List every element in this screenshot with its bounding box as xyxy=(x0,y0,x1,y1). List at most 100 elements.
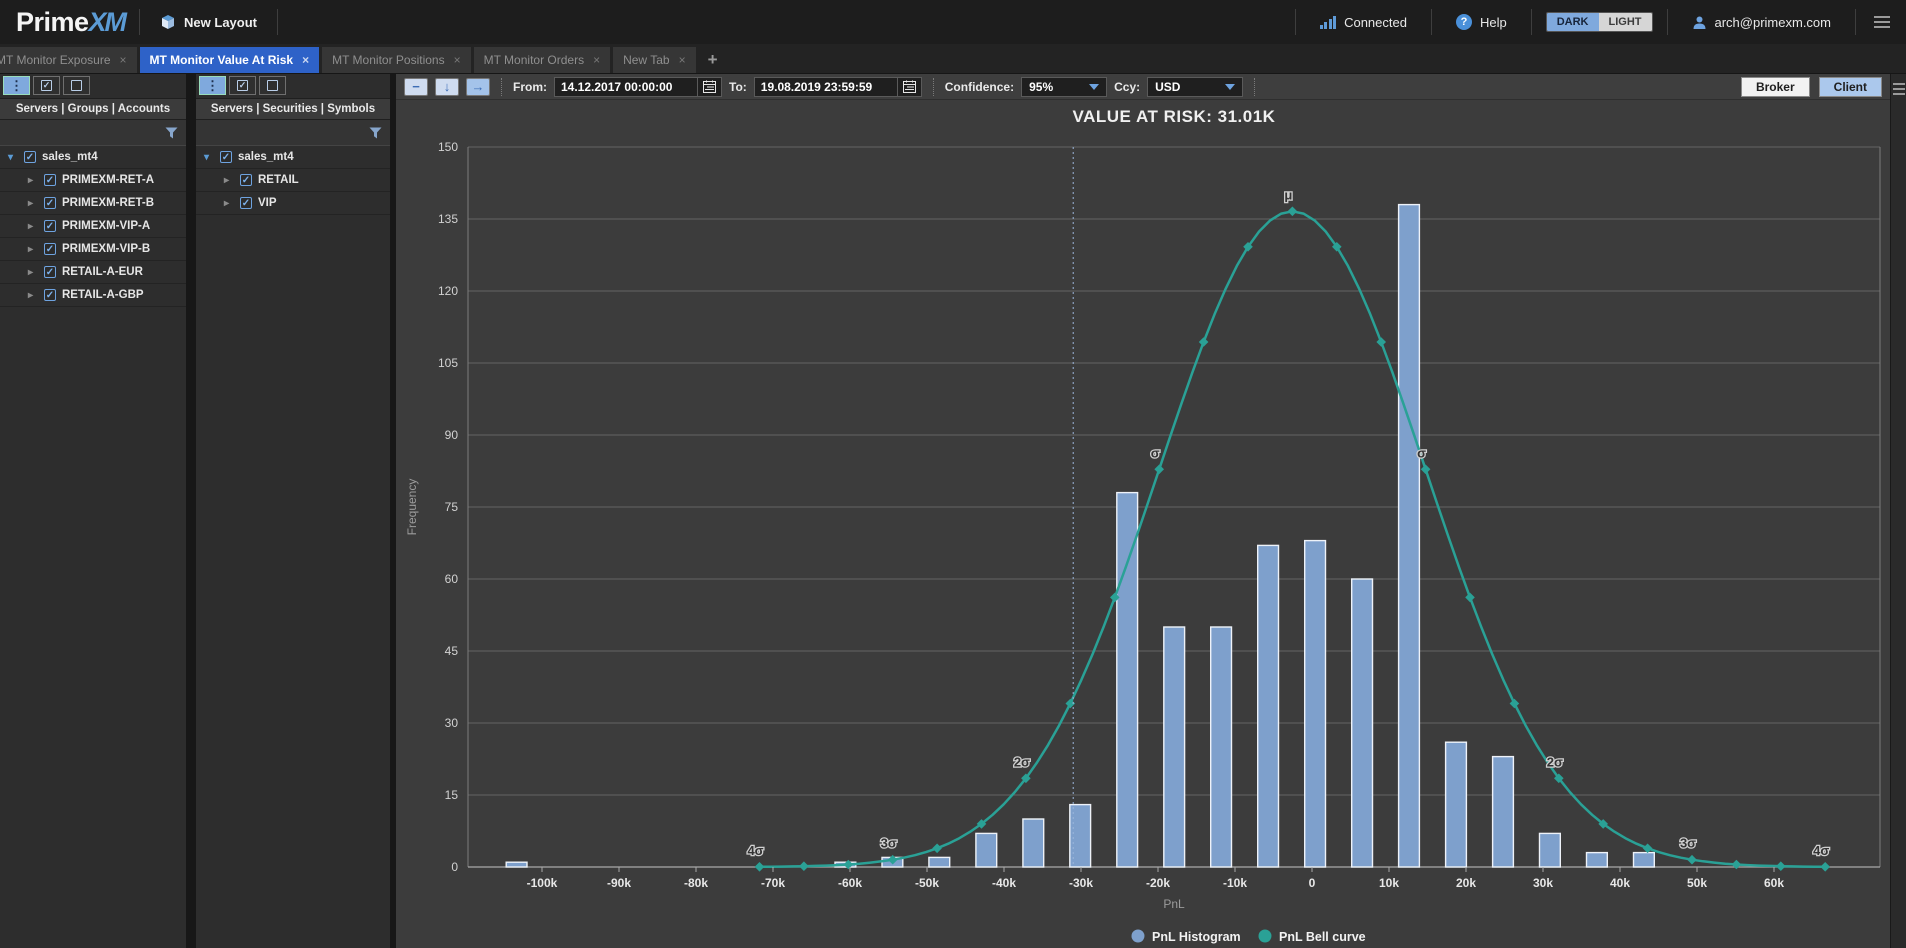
collapse-arrow-icon[interactable]: ▸ xyxy=(224,198,234,209)
select-all-button[interactable]: ✓ xyxy=(33,76,60,95)
help-button[interactable]: ? Help xyxy=(1446,14,1517,30)
move-down-button[interactable]: ↓ xyxy=(435,78,459,96)
svg-text:50k: 50k xyxy=(1687,876,1707,890)
node-checkbox[interactable]: ✓ xyxy=(44,220,56,232)
collapse-arrow-icon[interactable]: ▸ xyxy=(28,267,38,278)
tree-node-retail[interactable]: ▸ ✓ RETAIL xyxy=(196,169,390,192)
collapse-arrow-icon[interactable]: ▸ xyxy=(28,221,38,232)
symbols-filter-row[interactable] xyxy=(196,120,390,146)
svg-text:-30k: -30k xyxy=(1069,876,1093,890)
tab-mt-monitor-orders[interactable]: MT Monitor Orders × xyxy=(474,47,610,73)
new-layout-button[interactable]: New Layout xyxy=(154,10,263,34)
tree-node-primexm-ret-a[interactable]: ▸ ✓ PRIMEXM-RET-A xyxy=(0,169,186,192)
node-label: sales_mt4 xyxy=(238,151,294,163)
checked-box-icon: ✓ xyxy=(237,80,248,91)
svg-text:μ: μ xyxy=(1284,187,1292,202)
node-checkbox[interactable]: ✓ xyxy=(44,266,56,278)
tree-node-vip[interactable]: ▸ ✓ VIP xyxy=(196,192,390,215)
svg-text:15: 15 xyxy=(445,788,459,802)
node-checkbox[interactable]: ✓ xyxy=(44,197,56,209)
tree-menu-button[interactable]: ⋮ xyxy=(199,76,226,95)
divider xyxy=(1431,9,1432,35)
tab-label: MT Monitor Orders xyxy=(484,53,584,67)
currency-select[interactable]: USD xyxy=(1147,77,1243,97)
tree-node-retail-a-eur[interactable]: ▸ ✓ RETAIL-A-EUR xyxy=(0,261,186,284)
from-date-input[interactable] xyxy=(555,78,697,96)
tree-node-primexm-ret-b[interactable]: ▸ ✓ PRIMEXM-RET-B xyxy=(0,192,186,215)
empty-box-icon xyxy=(71,80,82,91)
collapse-arrow-icon[interactable]: ▸ xyxy=(28,198,38,209)
currency-value: USD xyxy=(1155,80,1180,94)
accounts-filter-row[interactable] xyxy=(0,120,186,146)
chart-toolbar: − ↓ → From: To: xyxy=(396,74,1890,100)
node-label: RETAIL-A-GBP xyxy=(62,289,144,301)
collapse-arrow-icon[interactable]: ▸ xyxy=(28,175,38,186)
collapse-arrow-icon[interactable]: ▸ xyxy=(28,244,38,255)
node-checkbox[interactable]: ✓ xyxy=(44,289,56,301)
svg-text:PnL Histogram: PnL Histogram xyxy=(1152,930,1241,944)
tab-mt-monitor-value-at-risk[interactable]: MT Monitor Value At Risk × xyxy=(140,47,320,73)
node-checkbox[interactable]: ✓ xyxy=(44,243,56,255)
to-date-input[interactable] xyxy=(755,78,897,96)
svg-text:90: 90 xyxy=(445,428,459,442)
expand-arrow-icon[interactable]: ▾ xyxy=(8,152,18,163)
close-tab-icon[interactable]: × xyxy=(302,53,309,67)
header-menu-icon[interactable] xyxy=(1870,12,1894,32)
node-checkbox[interactable]: ✓ xyxy=(240,174,252,186)
symbols-tree: ▾ ✓ sales_mt4 ▸ ✓ RETAIL ▸ ✓ VIP xyxy=(196,146,390,948)
close-tab-icon[interactable]: × xyxy=(120,53,127,67)
svg-text:10k: 10k xyxy=(1379,876,1399,890)
close-tab-icon[interactable]: × xyxy=(454,53,461,67)
broker-view-button[interactable]: Broker xyxy=(1741,77,1810,97)
add-tab-button[interactable]: + xyxy=(699,50,727,73)
svg-text:0: 0 xyxy=(451,860,458,874)
theme-toggle[interactable]: DARK LIGHT xyxy=(1546,12,1653,32)
from-label: From: xyxy=(513,80,547,94)
tree-node-primexm-vip-a[interactable]: ▸ ✓ PRIMEXM-VIP-A xyxy=(0,215,186,238)
svg-text:3σ: 3σ xyxy=(1680,836,1696,851)
svg-text:0: 0 xyxy=(1309,876,1316,890)
close-tab-icon[interactable]: × xyxy=(593,53,600,67)
signal-bars-icon xyxy=(1320,15,1337,29)
divider xyxy=(1531,9,1532,35)
tab-mt-monitor-positions[interactable]: MT Monitor Positions × xyxy=(322,47,471,73)
logo-xm: XM xyxy=(89,7,126,37)
collapse-button[interactable]: − xyxy=(404,78,428,96)
checked-box-icon: ✓ xyxy=(41,80,52,91)
node-checkbox[interactable]: ✓ xyxy=(240,197,252,209)
deselect-all-button[interactable] xyxy=(259,76,286,95)
tree-node-primexm-vip-b[interactable]: ▸ ✓ PRIMEXM-VIP-B xyxy=(0,238,186,261)
node-checkbox[interactable]: ✓ xyxy=(24,151,36,163)
panel-menu-icon[interactable] xyxy=(1889,79,1906,99)
close-tab-icon[interactable]: × xyxy=(679,53,686,67)
svg-text:PnL Bell curve: PnL Bell curve xyxy=(1279,930,1366,944)
toolbar-separator xyxy=(1254,78,1255,96)
theme-light-option[interactable]: LIGHT xyxy=(1599,13,1652,31)
confidence-select[interactable]: 95% xyxy=(1021,77,1107,97)
deselect-all-button[interactable] xyxy=(63,76,90,95)
content: ⋮ ✓ Servers | Groups | Accounts ▾ ✓ sale… xyxy=(0,74,1906,948)
panel-divider[interactable] xyxy=(186,74,196,948)
collapse-arrow-icon[interactable]: ▸ xyxy=(28,290,38,301)
tree-menu-button[interactable]: ⋮ xyxy=(3,76,30,95)
move-right-button[interactable]: → xyxy=(466,78,490,96)
client-view-button[interactable]: Client xyxy=(1819,77,1882,97)
tab-new-tab[interactable]: New Tab × xyxy=(613,47,696,73)
tab-mt-monitor-exposure[interactable]: MT Monitor Exposure × xyxy=(0,47,137,73)
tree-node-sales-mt4[interactable]: ▾ ✓ sales_mt4 xyxy=(196,146,390,169)
divider xyxy=(277,9,278,35)
user-account[interactable]: arch@primexm.com xyxy=(1682,15,1842,30)
tree-node-sales-mt4[interactable]: ▾ ✓ sales_mt4 xyxy=(0,146,186,169)
node-checkbox[interactable]: ✓ xyxy=(220,151,232,163)
svg-text:150: 150 xyxy=(438,140,458,154)
calendar-icon[interactable] xyxy=(697,78,721,96)
help-icon: ? xyxy=(1456,14,1472,30)
connection-status[interactable]: Connected xyxy=(1310,15,1417,30)
expand-arrow-icon[interactable]: ▾ xyxy=(204,152,214,163)
calendar-icon[interactable] xyxy=(897,78,921,96)
theme-dark-option[interactable]: DARK xyxy=(1547,13,1599,31)
select-all-button[interactable]: ✓ xyxy=(229,76,256,95)
node-checkbox[interactable]: ✓ xyxy=(44,174,56,186)
collapse-arrow-icon[interactable]: ▸ xyxy=(224,175,234,186)
tree-node-retail-a-gbp[interactable]: ▸ ✓ RETAIL-A-GBP xyxy=(0,284,186,307)
